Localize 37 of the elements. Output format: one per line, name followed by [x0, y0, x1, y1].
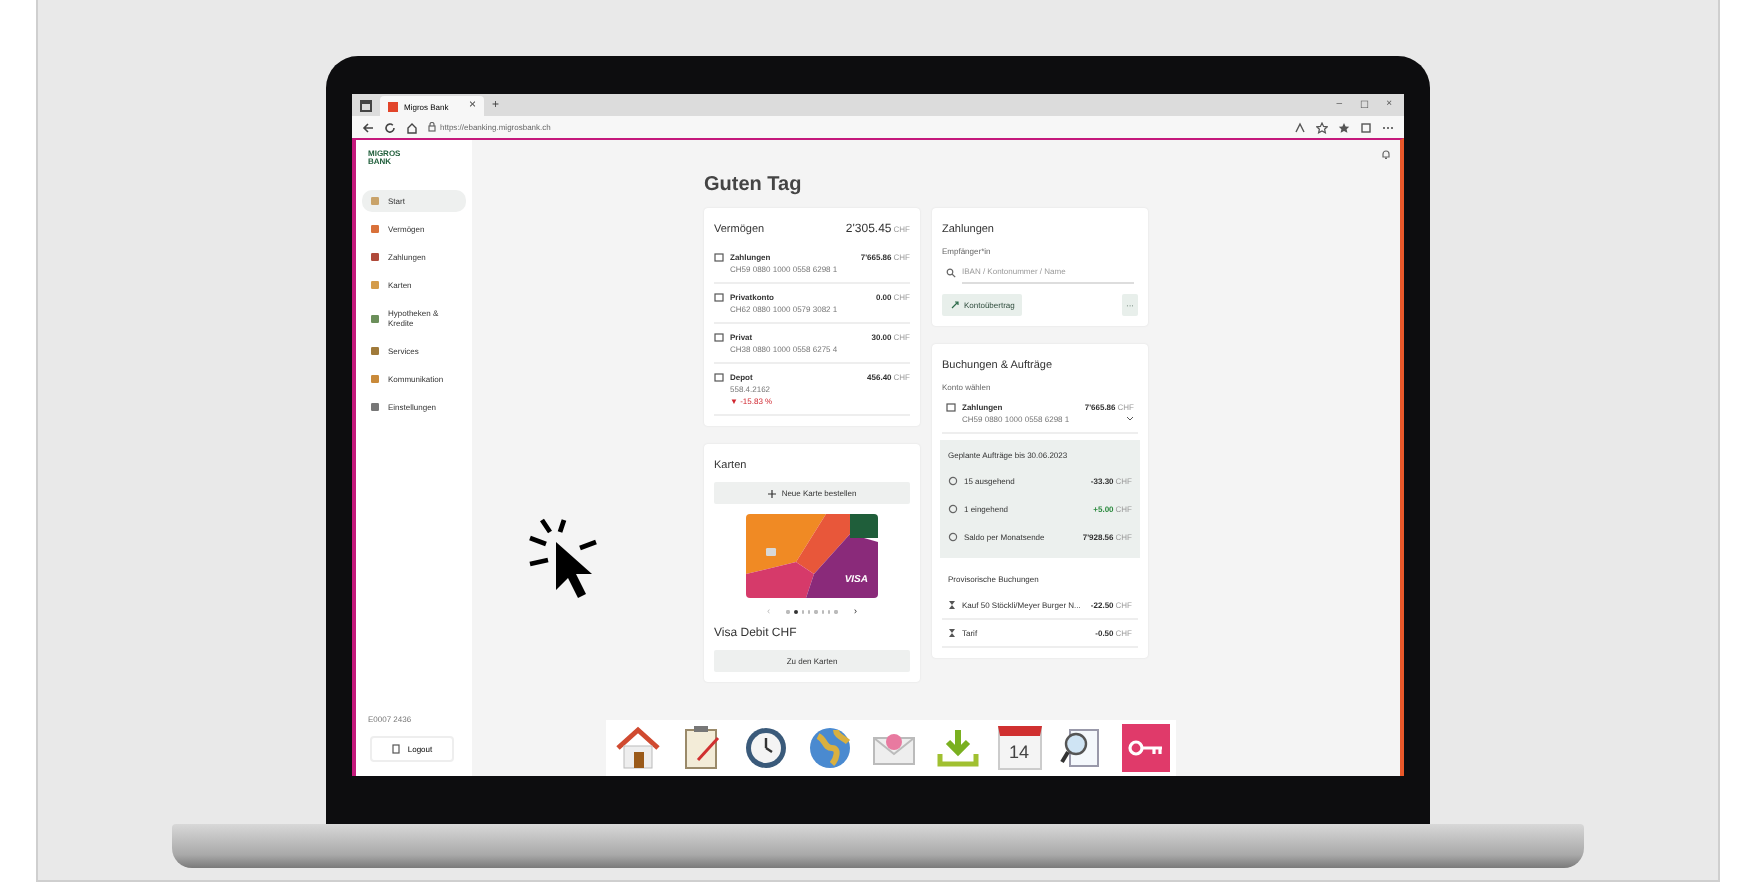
menu-icon — [370, 224, 380, 234]
transfer-arrows-icon — [950, 300, 960, 310]
back-arrow-icon — [362, 121, 374, 133]
greeting: Guten Tag — [704, 174, 804, 196]
menu-icon — [370, 346, 380, 356]
plus-icon — [767, 489, 776, 497]
globe-icon[interactable] — [805, 724, 853, 772]
calendar-icon[interactable]: 14 — [997, 726, 1041, 770]
bell-icon — [1380, 148, 1392, 160]
tabs-icon — [360, 99, 372, 111]
star-icon — [1316, 121, 1328, 133]
house-icon[interactable] — [613, 724, 661, 772]
account-icon — [946, 402, 956, 412]
hourglass-icon — [948, 600, 956, 610]
menu-icon — [370, 374, 380, 384]
menu-icon — [370, 313, 380, 323]
account-icon — [714, 372, 724, 382]
account-icon — [714, 292, 724, 302]
account-icon — [714, 252, 724, 262]
menu-icon — [370, 196, 380, 206]
magnifier-document-icon[interactable] — [1057, 724, 1105, 772]
favorites-icon — [1338, 121, 1350, 133]
menu-icon — [370, 402, 380, 412]
clock-icon[interactable] — [741, 724, 789, 772]
search-icon — [946, 267, 956, 277]
menu-icon — [370, 280, 380, 290]
home-icon — [406, 121, 418, 133]
menu-icon — [370, 252, 380, 262]
card-artwork-drawing — [746, 514, 878, 598]
hourglass-icon — [948, 628, 956, 638]
key-icon[interactable] — [1121, 724, 1169, 772]
logout-icon — [391, 744, 400, 754]
download-icon[interactable] — [933, 724, 981, 772]
lock-icon — [428, 122, 436, 132]
account-icon — [714, 332, 724, 342]
reload-icon — [384, 121, 396, 133]
bank-logo-icon — [388, 101, 398, 111]
